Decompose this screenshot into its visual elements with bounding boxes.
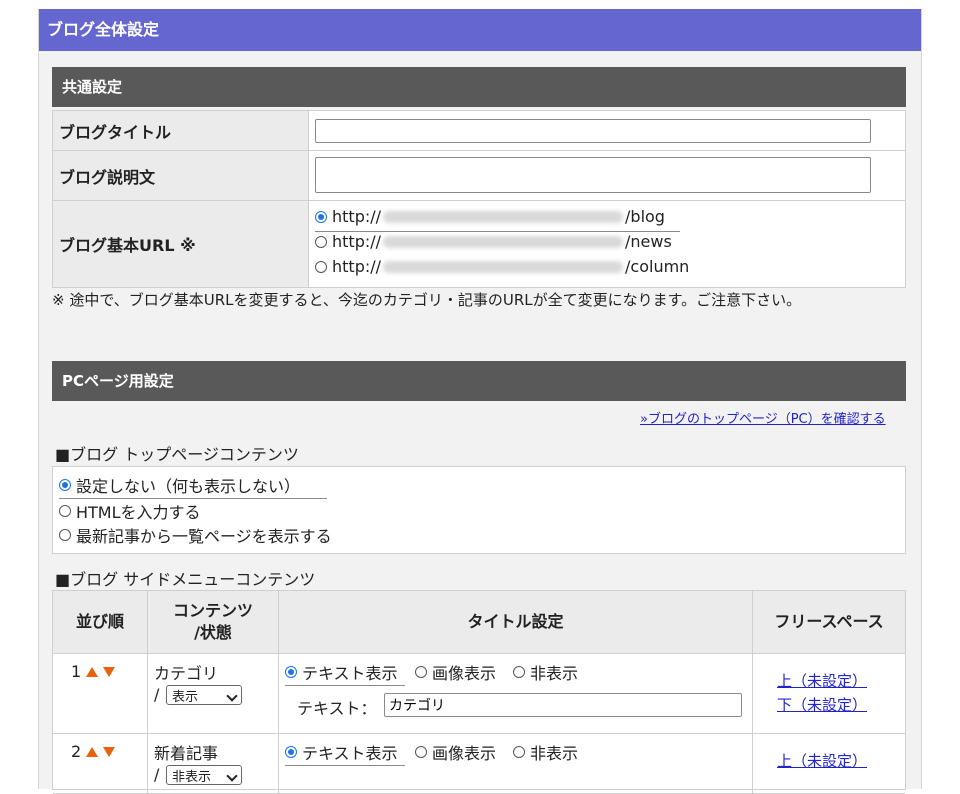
common-settings-heading: 共通設定 xyxy=(52,67,906,107)
content-name: 新着記事 xyxy=(154,744,219,763)
status-slash: / xyxy=(154,765,160,784)
title-option-label: 非表示 xyxy=(530,744,579,763)
order-number: 2 xyxy=(71,742,82,761)
radio-icon xyxy=(513,746,525,758)
top-option-label: 設定しない（何も表示しない） xyxy=(76,477,301,496)
order-number: 1 xyxy=(71,662,82,681)
table-row-free-space-cell: 上（未設定） 下（未設定） xyxy=(753,654,905,734)
title-option-label: テキスト表示 xyxy=(302,664,398,683)
blog-title-row: ブログタイトル xyxy=(53,111,905,151)
radio-icon xyxy=(315,260,327,273)
title-option-label: テキスト表示 xyxy=(302,744,398,763)
title-option-label: 非表示 xyxy=(530,664,579,683)
radio-selected-icon xyxy=(285,666,297,678)
title-text-input[interactable] xyxy=(384,693,742,717)
chevron-down-icon xyxy=(226,690,238,702)
title-option-hidden[interactable]: 非表示 xyxy=(513,740,578,764)
focus-underline xyxy=(285,765,405,766)
top-option-label: 最新記事から一覧ページを表示する xyxy=(76,527,332,546)
blurred-domain xyxy=(383,235,624,248)
free-space-bottom-link[interactable]: 下（未設定） xyxy=(777,694,867,715)
top-option-latest[interactable]: 最新記事から一覧ページを表示する xyxy=(59,523,332,547)
title-option-text[interactable]: テキスト表示 xyxy=(285,740,398,764)
content-name: カテゴリ xyxy=(154,664,219,683)
table-row-content-cell: 新着記事 / 非表示 xyxy=(148,734,279,794)
table-row-order-cell: 1 xyxy=(53,654,148,734)
move-down-icon[interactable] xyxy=(103,746,116,757)
url-suffix: /news xyxy=(625,232,672,251)
column-header-title: タイトル設定 xyxy=(279,591,753,654)
top-contents-title: ■ブログ トップページコンテンツ xyxy=(55,445,299,464)
url-prefix: http:// xyxy=(332,257,382,276)
url-option-column[interactable]: http:// /column xyxy=(315,257,689,276)
blog-url-label: ブログ基本URL ※ xyxy=(53,201,309,287)
radio-icon xyxy=(59,505,71,517)
title-option-image[interactable]: 画像表示 xyxy=(415,660,496,684)
blurred-domain xyxy=(383,210,624,223)
url-change-note: ※ 途中で、ブログ基本URLを変更すると、今迄のカテゴリ・記事のURLが全て変更… xyxy=(52,291,802,309)
blog-description-row: ブログ説明文 xyxy=(53,151,905,201)
radio-selected-icon xyxy=(59,479,71,491)
url-suffix: /column xyxy=(625,257,690,276)
column-header-free-space: フリースペース xyxy=(753,591,905,654)
text-field-label: テキスト： xyxy=(297,699,377,718)
status-slash: / xyxy=(154,685,160,704)
focus-underline xyxy=(285,685,405,686)
status-value: 表示 xyxy=(172,689,199,705)
status-select[interactable]: 表示 xyxy=(166,685,242,705)
radio-icon xyxy=(315,235,327,248)
radio-icon xyxy=(415,666,427,678)
blog-title-input[interactable] xyxy=(315,119,871,143)
chevron-down-icon xyxy=(226,770,238,782)
pc-settings-heading: PCページ用設定 xyxy=(52,361,906,401)
blog-url-row: ブログ基本URL ※ http:// /blog http:// /news h… xyxy=(53,201,905,287)
table-row-title-cell: テキスト表示 画像表示 非表示 テキスト： xyxy=(279,654,753,734)
top-option-html[interactable]: HTMLを入力する xyxy=(59,499,201,523)
move-up-icon[interactable] xyxy=(86,666,99,677)
blog-title-label: ブログタイトル xyxy=(53,111,309,150)
title-option-label: 画像表示 xyxy=(432,744,497,763)
url-prefix: http:// xyxy=(332,207,382,226)
free-space-top-link[interactable]: 上（未設定） xyxy=(777,670,867,691)
title-option-text[interactable]: テキスト表示 xyxy=(285,660,398,684)
common-settings-table: ブログタイトル ブログ説明文 ブログ基本URL ※ http:// /blog … xyxy=(52,110,906,288)
move-up-icon[interactable] xyxy=(86,746,99,757)
check-top-page-link[interactable]: »ブログのトップページ（PC）を確認する xyxy=(640,408,886,427)
table-row-title-cell: テキスト表示 画像表示 非表示 xyxy=(279,734,753,794)
url-option-blog[interactable]: http:// /blog xyxy=(315,207,665,226)
move-down-icon[interactable] xyxy=(103,666,116,677)
side-menu-table: 並び順 コンテンツ /状態 タイトル設定 フリースペース 1 カテゴリ / 表示… xyxy=(52,590,906,794)
radio-icon xyxy=(513,666,525,678)
radio-selected-icon xyxy=(285,746,297,758)
url-option-news[interactable]: http:// /news xyxy=(315,232,672,251)
free-space-top-link[interactable]: 上（未設定） xyxy=(777,750,867,771)
title-option-image[interactable]: 画像表示 xyxy=(415,740,496,764)
radio-selected-icon xyxy=(315,210,327,223)
title-option-hidden[interactable]: 非表示 xyxy=(513,660,578,684)
top-option-none[interactable]: 設定しない（何も表示しない） xyxy=(59,473,300,497)
table-row-free-space-cell: 上（未設定） xyxy=(753,734,905,794)
page-title: ブログ全体設定 xyxy=(39,9,921,51)
table-row-content-cell: カテゴリ / 表示 xyxy=(148,654,279,734)
url-suffix: /blog xyxy=(625,207,665,226)
blurred-domain xyxy=(383,260,624,273)
radio-icon xyxy=(59,529,71,541)
radio-icon xyxy=(415,746,427,758)
url-prefix: http:// xyxy=(332,232,382,251)
title-option-label: 画像表示 xyxy=(432,664,497,683)
top-option-label: HTMLを入力する xyxy=(76,503,201,522)
status-select[interactable]: 非表示 xyxy=(166,765,242,785)
column-header-content: コンテンツ /状態 xyxy=(148,591,279,654)
blog-description-textarea[interactable] xyxy=(315,157,871,193)
blog-description-label: ブログ説明文 xyxy=(53,151,309,200)
table-row-order-cell: 2 xyxy=(53,734,148,794)
status-value: 非表示 xyxy=(172,769,212,785)
top-contents-options: 設定しない（何も表示しない） HTMLを入力する 最新記事から一覧ページを表示す… xyxy=(52,466,906,554)
side-menu-title: ■ブログ サイドメニューコンテンツ xyxy=(55,570,316,589)
column-header-order: 並び順 xyxy=(53,591,148,654)
